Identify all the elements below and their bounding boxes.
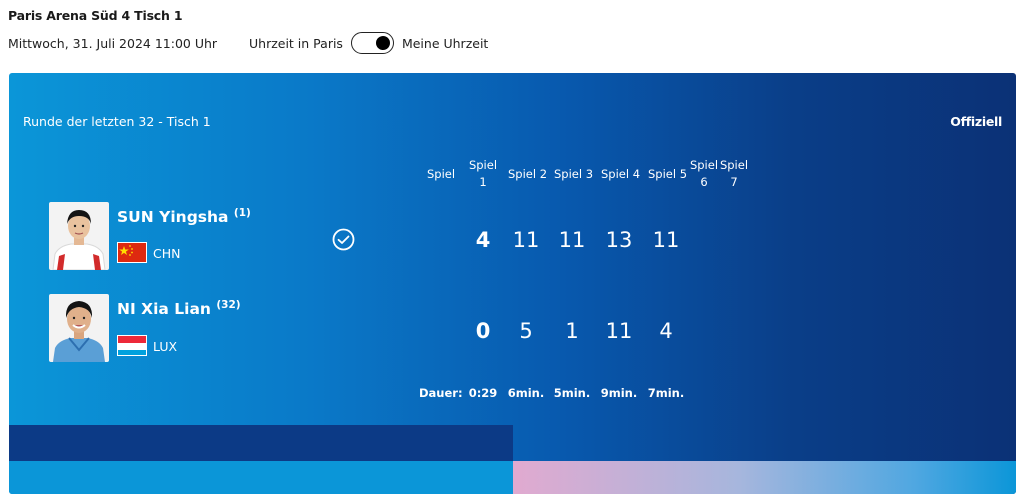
flag-chn-icon	[117, 242, 147, 263]
duration-game-1: 6min.	[507, 386, 545, 400]
player-seed: (32)	[216, 299, 241, 311]
score-p1-game-4: 11	[652, 228, 680, 252]
score-p1-game-1: 11	[512, 228, 540, 252]
header-game-3: Spiel 3	[554, 167, 594, 181]
header-game-5: Spiel 5	[648, 167, 688, 181]
round-label: Runde der letzten 32 - Tisch 1	[23, 114, 211, 129]
status-badge: Offiziell	[950, 114, 1002, 129]
toggle-knob	[375, 36, 390, 50]
flag-lux-icon	[117, 335, 147, 356]
match-card: Runde der letzten 32 - Tisch 1 Offiziell…	[9, 73, 1016, 494]
duration-label: Dauer:	[419, 386, 463, 400]
header-game-6: Spiel 6	[689, 158, 719, 189]
score-p2-game-1: 5	[519, 319, 533, 343]
score-p1-game-3: 13	[605, 228, 633, 252]
header-game-2: Spiel 2	[508, 167, 548, 181]
score-headers: Spiel Spiel 1 Spiel 2 Spiel 3 Spiel 4 Sp…	[9, 157, 1016, 193]
player-country: CHN	[153, 246, 181, 261]
timezone-local-label: Meine Uhrzeit	[401, 35, 489, 51]
timezone-paris-label: Uhrzeit in Paris	[249, 35, 343, 51]
player-photo-ni-xia-lian	[49, 294, 109, 362]
score-p1-game-2: 11	[558, 228, 586, 252]
header-game-1: Spiel 1	[468, 158, 498, 189]
match-header: Paris Arena Süd 4 Tisch 1 Mittwoch, 31. …	[8, 8, 1016, 54]
winner-check-icon	[332, 228, 355, 251]
games-won-player-2: 0	[475, 319, 491, 343]
decorative-band-bottom-left	[9, 461, 513, 494]
player-name: NI Xia Lian (32)	[117, 299, 241, 319]
player-country: LUX	[153, 339, 178, 354]
score-p2-game-3: 11	[605, 319, 633, 343]
header-game-7: Spiel 7	[719, 158, 749, 189]
decorative-band-bottom-right	[513, 461, 1016, 494]
time-row: Mittwoch, 31. Juli 2024 11:00 Uhr Uhrzei…	[8, 32, 1016, 54]
header-game-4: Spiel 4	[601, 167, 641, 181]
player-name: SUN Yingsha (1)	[117, 207, 251, 227]
score-p2-game-2: 1	[565, 319, 579, 343]
duration-game-2: 5min.	[553, 386, 591, 400]
match-datetime: Mittwoch, 31. Juli 2024 11:00 Uhr	[8, 35, 218, 51]
score-p2-game-4: 4	[659, 319, 673, 343]
header-spiel: Spiel	[427, 167, 456, 181]
player-seed: (1)	[233, 207, 251, 219]
player-photo-sun-yingsha	[49, 202, 109, 270]
timezone-toggle[interactable]	[350, 32, 394, 54]
duration-game-3: 9min.	[600, 386, 638, 400]
duration-game-4: 7min.	[647, 386, 685, 400]
games-won-player-1: 4	[475, 228, 491, 252]
duration-total: 0:29	[468, 386, 498, 400]
decorative-band	[9, 425, 513, 461]
venue-title: Paris Arena Süd 4 Tisch 1	[8, 8, 183, 23]
